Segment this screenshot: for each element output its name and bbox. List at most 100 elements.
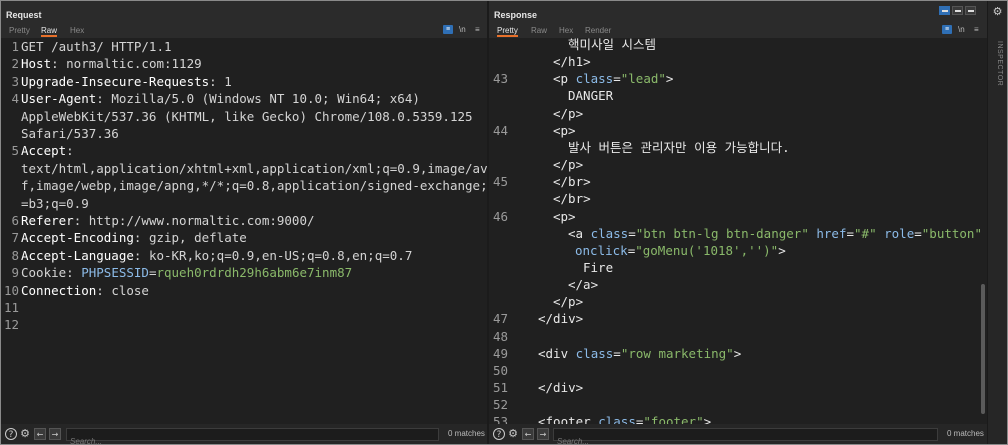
- line-number: 45: [492, 174, 508, 190]
- response-line-text: 발사 버튼은 관리자만 이용 가능합니다.: [568, 139, 790, 155]
- response-match-count: 0 matches: [947, 429, 984, 438]
- request-footer: ? ⚙ ← → 0 matches: [1, 424, 487, 444]
- response-line-text: </a>: [568, 277, 599, 293]
- response-tabs: Pretty Raw Hex Render: [489, 25, 987, 38]
- response-line-text: </p>: [553, 294, 584, 310]
- request-tab-pretty[interactable]: Pretty: [9, 25, 30, 35]
- layout-toggle: [939, 6, 983, 15]
- response-line-text: </br>: [553, 174, 591, 190]
- response-line-text: <div class="row marketing">: [538, 345, 742, 361]
- line-number: 12: [3, 317, 19, 333]
- line-number: 47: [492, 311, 508, 327]
- layout-single-icon[interactable]: [965, 6, 976, 15]
- forward-arrow-icon[interactable]: →: [49, 428, 61, 440]
- wrap-icon[interactable]: ≡: [443, 25, 453, 34]
- response-search-input[interactable]: [554, 436, 937, 444]
- response-tab-raw[interactable]: Raw: [531, 25, 547, 35]
- response-line-text: </p>: [553, 105, 584, 121]
- request-match-count: 0 matches: [448, 429, 485, 438]
- help-icon[interactable]: ?: [5, 428, 17, 440]
- line-number: 5: [11, 143, 19, 159]
- layout-stacked-icon[interactable]: [952, 6, 963, 15]
- line-number: 3: [11, 73, 19, 89]
- request-editor[interactable]: 1 GET /auth3/ HTTP/1.1 2 Host: normaltic.co…: [1, 38, 487, 424]
- back-arrow-icon[interactable]: ←: [522, 428, 534, 440]
- forward-arrow-icon[interactable]: →: [537, 428, 549, 440]
- line-number: 48: [492, 328, 508, 344]
- request-line-text: GET /auth3/ HTTP/1.1: [21, 39, 172, 54]
- response-footer: ? ⚙ ← → 0 matches: [489, 424, 987, 444]
- newline-toggle[interactable]: \n: [459, 25, 466, 34]
- response-scrollbar[interactable]: [981, 284, 985, 414]
- help-icon[interactable]: ?: [493, 428, 505, 440]
- response-tab-render[interactable]: Render: [585, 25, 611, 35]
- request-line-text: Referer: http://www.normaltic.com:9000/: [21, 213, 315, 228]
- request-line-text: Upgrade-Insecure-Requests: 1: [21, 73, 232, 89]
- menu-icon[interactable]: ≡: [475, 25, 480, 34]
- line-number: 8: [11, 247, 19, 263]
- response-line-text: <p>: [553, 122, 576, 138]
- response-line-text: DANGER: [568, 88, 614, 104]
- response-line-text: </br>: [553, 191, 591, 207]
- response-title: Response: [494, 10, 538, 20]
- response-panel: Response Pretty Raw Hex Render ≡ \n ≡ 핵미…: [489, 1, 987, 444]
- request-line-text: User-Agent: Mozilla/5.0 (Windows NT 10.0…: [21, 91, 420, 107]
- request-line-text: Accept-Language: ko-KR,ko;q=0.9,en-US;q=…: [21, 247, 413, 263]
- line-number: 46: [492, 208, 508, 224]
- line-number: 44: [492, 122, 508, 138]
- layout-side-by-side-icon[interactable]: [939, 6, 950, 15]
- response-line-text: <p class="lead">: [553, 71, 674, 87]
- request-panel: Request Pretty Raw Hex ≡ \n ≡ 1 GET /auth…: [1, 1, 487, 444]
- response-search-box[interactable]: [553, 428, 938, 444]
- newline-toggle[interactable]: \n: [958, 25, 965, 34]
- request-line-text: text/html,application/xhtml+xml,applicat…: [21, 160, 487, 176]
- request-tab-hex[interactable]: Hex: [70, 25, 84, 35]
- inspector-sidebar[interactable]: ⚙ INSPECTOR: [987, 1, 1007, 444]
- request-line-text: Connection: close: [21, 282, 149, 298]
- line-number: 50: [492, 362, 508, 378]
- line-number: 4: [11, 91, 19, 107]
- request-line-text: f,image/webp,image/apng,*/*;q=0.8,applic…: [21, 178, 487, 194]
- back-arrow-icon[interactable]: ←: [34, 428, 46, 440]
- line-number: 9: [11, 265, 19, 281]
- response-tab-hex[interactable]: Hex: [559, 25, 573, 35]
- request-line-text: AppleWebKit/537.36 (KHTML, like Gecko) C…: [21, 108, 473, 124]
- request-line-text: Host: normaltic.com:1129: [21, 56, 202, 72]
- inspector-label[interactable]: INSPECTOR: [993, 41, 1003, 101]
- line-number: 51: [492, 380, 508, 395]
- response-line-text: 핵미사일 시스템: [568, 38, 657, 52]
- settings-gear-icon[interactable]: ⚙: [19, 428, 31, 440]
- request-tabs: Pretty Raw Hex: [1, 25, 487, 38]
- line-number: 53: [492, 414, 508, 424]
- request-line-text: Accept-Encoding: gzip, deflate: [21, 230, 247, 246]
- request-search-input[interactable]: [67, 436, 438, 444]
- line-number: 11: [3, 300, 19, 315]
- settings-gear-icon[interactable]: ⚙: [507, 428, 519, 440]
- response-toolbar: ≡ \n ≡: [942, 25, 986, 37]
- line-number: 6: [11, 213, 19, 228]
- line-number: 2: [11, 56, 19, 72]
- response-line-text: <a class="btn btn-lg btn-danger" href="#…: [568, 225, 982, 241]
- response-editor[interactable]: 핵미사일 시스템 </h1> 43 <p class="lead"> DANGER </p…: [489, 38, 987, 424]
- line-number: 1: [11, 39, 19, 54]
- request-search-box[interactable]: [66, 428, 439, 444]
- response-line-text: </h1>: [553, 54, 591, 70]
- response-line-text: </div>: [538, 380, 584, 395]
- response-line-text: <p>: [553, 208, 576, 224]
- line-number: 52: [492, 397, 508, 413]
- line-number: 43: [492, 71, 508, 87]
- line-number: 49: [492, 345, 508, 361]
- request-tab-raw[interactable]: Raw: [41, 25, 58, 37]
- line-number: 10: [3, 282, 19, 298]
- response-line-text: Fire: [583, 259, 614, 275]
- request-line-text: Accept:: [21, 143, 74, 159]
- cookie-value: rqueh0rdrdh29h6abm6e7inm87: [156, 265, 353, 281]
- request-line-text: =b3;q=0.9: [21, 195, 89, 211]
- response-tab-pretty[interactable]: Pretty: [497, 25, 518, 37]
- request-title: Request: [6, 10, 42, 20]
- gear-icon[interactable]: ⚙: [992, 6, 1003, 17]
- cookie-name: PHPSESSID: [81, 265, 149, 281]
- response-line-text: <footer class="footer">: [538, 414, 712, 424]
- menu-icon[interactable]: ≡: [974, 25, 979, 34]
- wrap-icon[interactable]: ≡: [942, 25, 952, 34]
